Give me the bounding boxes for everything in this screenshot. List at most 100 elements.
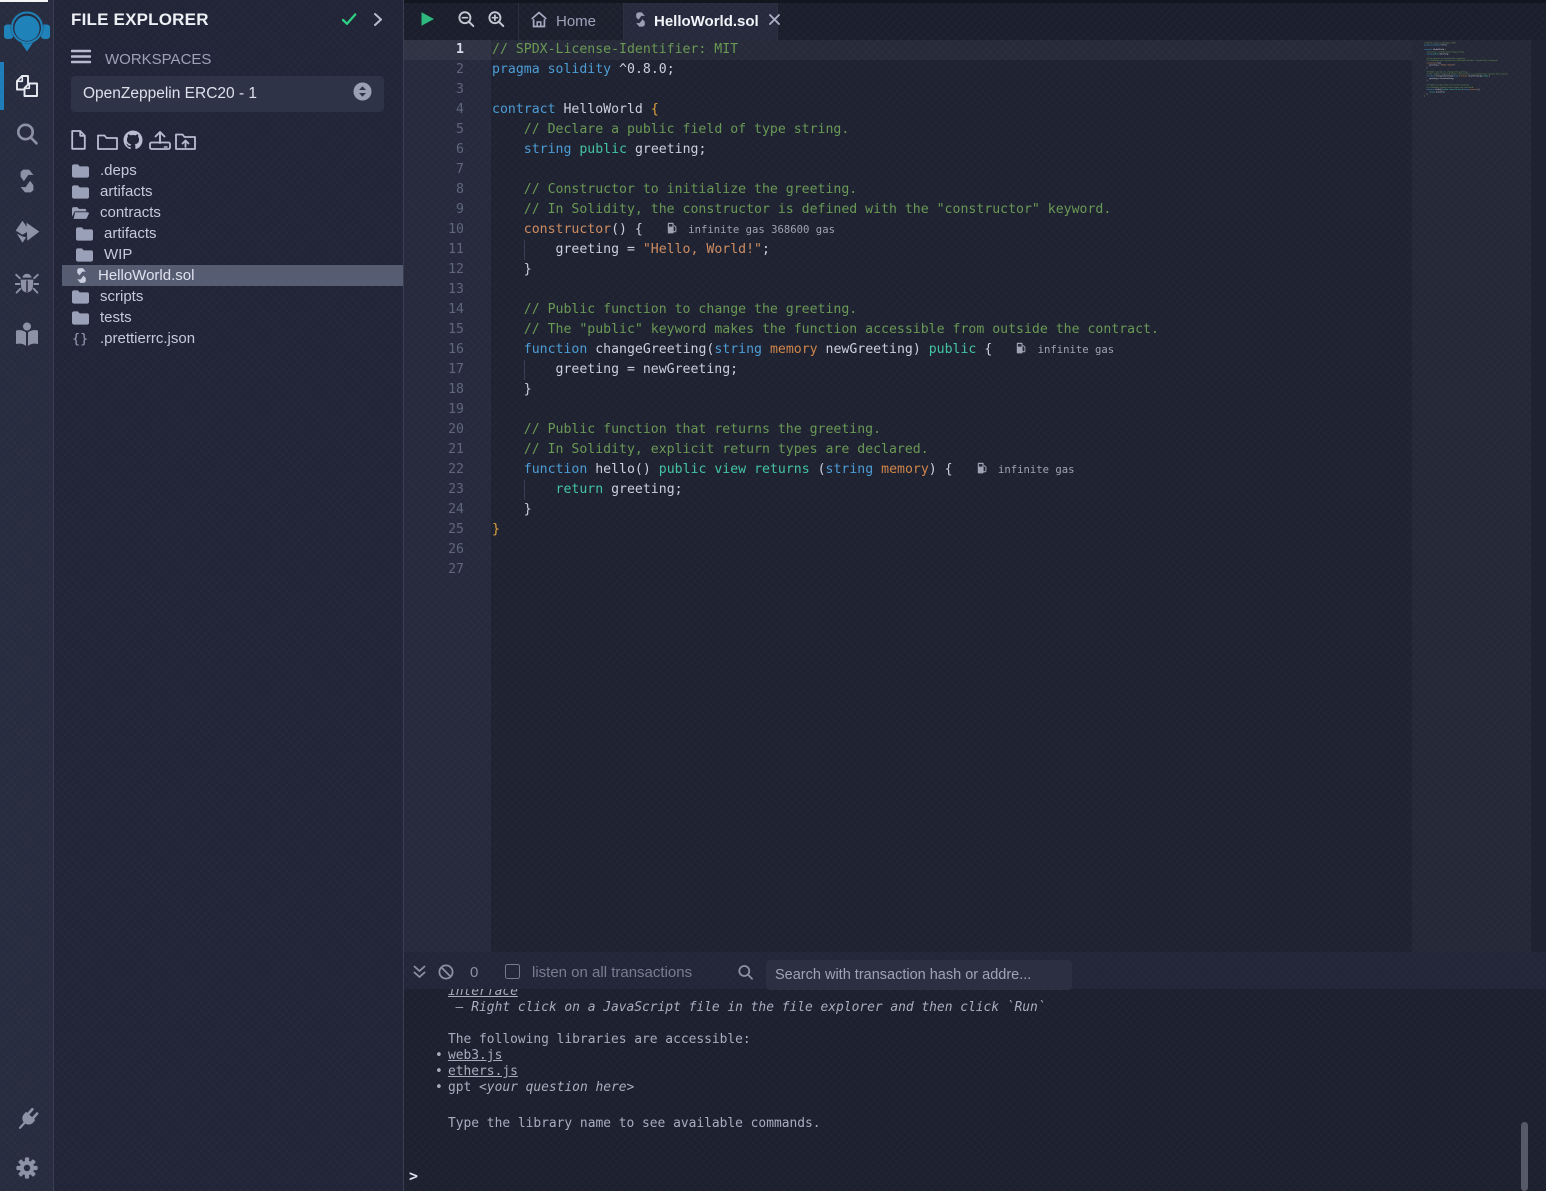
folder-icon bbox=[72, 289, 89, 305]
tree-item-label: WIP bbox=[104, 246, 132, 263]
workspace-name: OpenZeppelin ERC20 - 1 bbox=[83, 85, 353, 103]
code-editor[interactable]: 1// SPDX-License-Identifier: MIT2pragma … bbox=[404, 40, 1546, 952]
line-number: 14 bbox=[404, 300, 464, 320]
new-folder-icon[interactable] bbox=[97, 128, 123, 150]
new-file-icon[interactable] bbox=[71, 128, 97, 150]
activity-plugin-manager[interactable] bbox=[0, 1096, 54, 1144]
terminal-line[interactable]: ethers.js bbox=[448, 1064, 1046, 1080]
github-icon[interactable] bbox=[123, 128, 149, 150]
code-line: 10 constructor() { infinite gas 368600 g… bbox=[404, 220, 1412, 240]
code-line: 1// SPDX-License-Identifier: MIT bbox=[404, 40, 1412, 60]
tree-item-artifacts[interactable]: artifacts bbox=[62, 223, 403, 244]
terminal-text: – Right click on a JavaScript file in th… bbox=[448, 1000, 1046, 1015]
code-token bbox=[492, 342, 524, 357]
terminal-search-input[interactable] bbox=[766, 960, 1072, 990]
workspace-select-icon bbox=[353, 82, 372, 106]
gas-estimate[interactable]: infinite gas bbox=[977, 460, 1075, 480]
terminal-output[interactable]: interface – Right click on a JavaScript … bbox=[404, 989, 1546, 1191]
top-white-strip bbox=[0, 0, 48, 2]
terminal-line[interactable]: web3.js bbox=[448, 1048, 1046, 1064]
run-script-button[interactable] bbox=[412, 3, 442, 40]
code-line: 11 greeting = "Hello, World!"; bbox=[404, 240, 1412, 260]
code-line: 18 } bbox=[404, 380, 1412, 400]
code-token: { bbox=[651, 102, 659, 117]
terminal-line: – Right click on a JavaScript file in th… bbox=[448, 1000, 1046, 1016]
code-token bbox=[492, 462, 524, 477]
code-token bbox=[492, 322, 524, 337]
upload-file-icon[interactable] bbox=[149, 128, 175, 150]
zoom-in-button[interactable] bbox=[481, 3, 511, 40]
folder-icon bbox=[72, 310, 89, 326]
solidity-icon bbox=[19, 169, 35, 193]
tab-bar: Home HelloWorld.sol bbox=[404, 0, 1546, 40]
code-token: string bbox=[524, 142, 572, 157]
tree-item-scripts[interactable]: scripts bbox=[62, 286, 403, 307]
activity-search[interactable] bbox=[0, 110, 54, 158]
overview-ruler bbox=[1531, 40, 1546, 952]
chevron-right-icon[interactable] bbox=[373, 12, 383, 32]
code-token bbox=[762, 342, 770, 357]
code-token: changeGreeting( bbox=[587, 342, 714, 357]
code-token: // Public function to change the greetin… bbox=[524, 302, 857, 317]
terminal-scrollbar[interactable] bbox=[1521, 1122, 1528, 1191]
terminal-line: Type the library name to see available c… bbox=[448, 1116, 1046, 1132]
tree-item--prettierrc-json[interactable]: {}.prettierrc.json bbox=[62, 328, 403, 349]
code-token: ( bbox=[810, 462, 826, 477]
line-number: 11 bbox=[404, 240, 464, 260]
folder-open-icon bbox=[72, 205, 89, 221]
top-strip bbox=[404, 0, 1546, 3]
clear-console-icon[interactable] bbox=[438, 956, 454, 993]
code-token: memory bbox=[770, 342, 818, 357]
code-line: 16 function changeGreeting(string memory… bbox=[404, 340, 1412, 360]
code-token bbox=[492, 222, 524, 237]
line-number: 20 bbox=[404, 420, 464, 440]
tree-item--deps[interactable]: .deps bbox=[62, 160, 403, 181]
home-icon bbox=[530, 15, 548, 32]
activity-settings[interactable] bbox=[0, 1144, 54, 1191]
gas-estimate[interactable]: infinite gas bbox=[1016, 340, 1114, 360]
upload-folder-icon[interactable] bbox=[175, 128, 201, 150]
code-line: 20 // Public function that returns the g… bbox=[404, 420, 1412, 440]
code-line: 13 bbox=[404, 280, 1412, 300]
tree-item-artifacts[interactable]: artifacts bbox=[62, 181, 403, 202]
zoom-out-button[interactable] bbox=[451, 3, 481, 40]
terminal-prompt[interactable]: > bbox=[409, 1168, 418, 1184]
braces-icon: {} bbox=[72, 331, 89, 347]
tree-item-contracts[interactable]: contracts bbox=[62, 202, 403, 223]
hamburger-menu-icon[interactable] bbox=[71, 49, 91, 69]
workspaces-label: WORKSPACES bbox=[105, 51, 211, 68]
line-number: 9 bbox=[404, 200, 464, 220]
gas-estimate[interactable]: infinite gas 368600 gas bbox=[667, 220, 835, 240]
tree-item-wip[interactable]: WIP bbox=[62, 244, 403, 265]
code-line: 21 // In Solidity, explicit return types… bbox=[404, 440, 1412, 460]
play-icon bbox=[420, 11, 435, 32]
remix-logo[interactable] bbox=[4, 10, 50, 52]
code-token: constructor bbox=[524, 222, 611, 237]
close-icon[interactable] bbox=[768, 13, 781, 31]
activity-debugger[interactable] bbox=[0, 259, 54, 307]
workspace-dropdown[interactable]: OpenZeppelin ERC20 - 1 bbox=[71, 76, 384, 112]
tree-item-helloworld-sol[interactable]: HelloWorld.sol bbox=[62, 265, 403, 286]
hamburger-icon bbox=[71, 51, 91, 68]
tab-home[interactable]: Home bbox=[518, 3, 624, 40]
tab-helloworld[interactable]: HelloWorld.sol bbox=[624, 3, 778, 40]
code-token bbox=[492, 442, 524, 457]
activity-learneth[interactable] bbox=[0, 310, 54, 358]
code-token: memory bbox=[881, 462, 929, 477]
minimap[interactable]: 1// SPDX-License-Identifier: MIT2pragma … bbox=[1412, 40, 1531, 952]
activity-deploy-run[interactable] bbox=[0, 208, 54, 256]
expand-terminal-icon[interactable] bbox=[409, 956, 429, 993]
activity-solidity-compiler[interactable] bbox=[0, 157, 54, 205]
code-content[interactable]: 1// SPDX-License-Identifier: MIT2pragma … bbox=[404, 40, 1412, 952]
code-token: returns bbox=[754, 462, 810, 477]
activity-file-explorer[interactable] bbox=[0, 62, 54, 110]
listen-transactions-checkbox[interactable] bbox=[505, 964, 520, 979]
code-line: 5 // Declare a public field of type stri… bbox=[404, 120, 1412, 140]
code-line: 24 } bbox=[404, 500, 1412, 520]
listen-transactions-label: listen on all transactions bbox=[532, 964, 692, 981]
tree-item-tests[interactable]: tests bbox=[62, 307, 403, 328]
folder-icon bbox=[76, 226, 93, 242]
code-line: 19 bbox=[404, 400, 1412, 420]
terminal-line bbox=[448, 1096, 1046, 1116]
code-token bbox=[492, 202, 524, 217]
